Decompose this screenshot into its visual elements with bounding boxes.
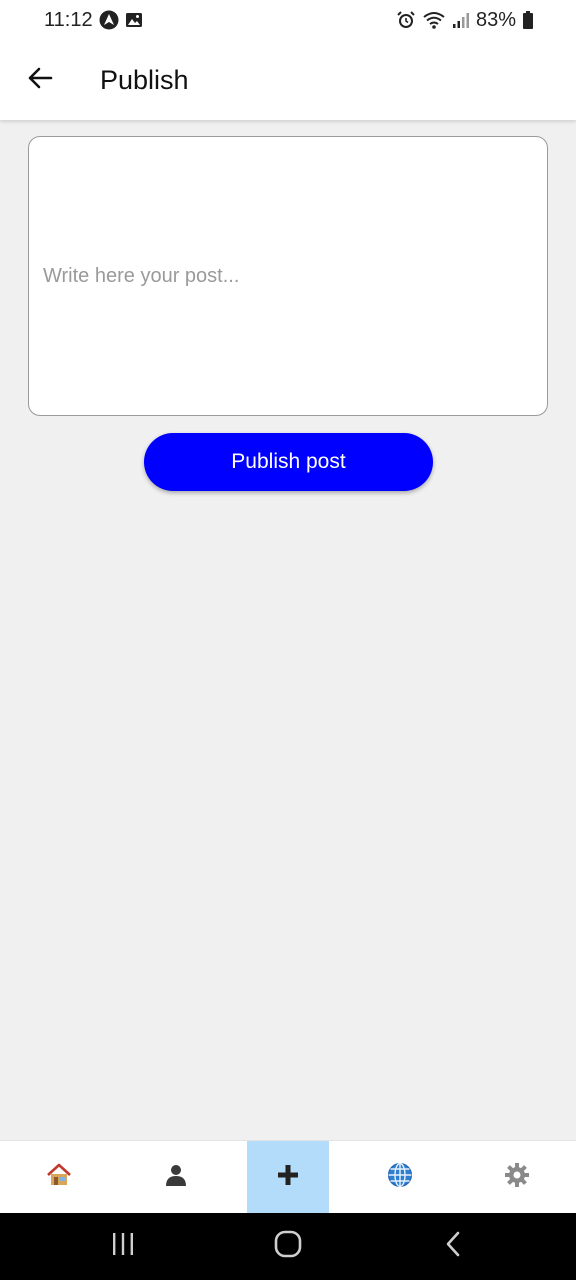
battery-percentage: 83% xyxy=(475,8,516,31)
bottom-nav xyxy=(0,1140,576,1213)
settings-icon xyxy=(504,1162,530,1193)
post-input-container xyxy=(28,136,548,416)
image-icon xyxy=(125,11,143,29)
page-title: Publish xyxy=(100,64,189,95)
system-nav-bar xyxy=(0,1213,576,1280)
post-text-input[interactable] xyxy=(43,261,533,291)
battery-icon xyxy=(522,10,534,30)
publish-post-button[interactable]: Publish post xyxy=(144,433,433,491)
back-chevron-icon xyxy=(444,1231,462,1262)
status-left: 11:12 xyxy=(44,9,143,32)
back-button[interactable] xyxy=(0,40,80,120)
nav-item-explore[interactable] xyxy=(341,1141,459,1213)
status-right: 83% xyxy=(396,9,534,32)
nav-item-home[interactable] xyxy=(0,1141,118,1213)
signal-icon xyxy=(452,11,470,29)
plus-icon xyxy=(277,1164,299,1191)
globe-icon xyxy=(387,1162,413,1193)
app-bar: Publish xyxy=(0,40,576,120)
profile-icon xyxy=(164,1163,188,1192)
home-icon xyxy=(46,1163,72,1192)
arrow-left-icon xyxy=(27,66,53,95)
navigation-app-icon xyxy=(99,10,119,30)
nav-item-publish[interactable] xyxy=(247,1141,329,1213)
system-home-button[interactable] xyxy=(248,1213,328,1280)
wifi-icon xyxy=(422,10,446,30)
recent-apps-button[interactable] xyxy=(83,1213,163,1280)
status-time: 11:12 xyxy=(44,8,93,31)
nav-item-profile[interactable] xyxy=(118,1141,236,1213)
nav-item-settings[interactable] xyxy=(459,1141,576,1213)
system-back-button[interactable] xyxy=(413,1213,493,1280)
alarm-icon xyxy=(396,10,416,30)
home-circle-icon xyxy=(274,1230,302,1263)
recent-apps-icon xyxy=(111,1232,135,1261)
status-bar: 11:12 83% xyxy=(0,0,576,40)
